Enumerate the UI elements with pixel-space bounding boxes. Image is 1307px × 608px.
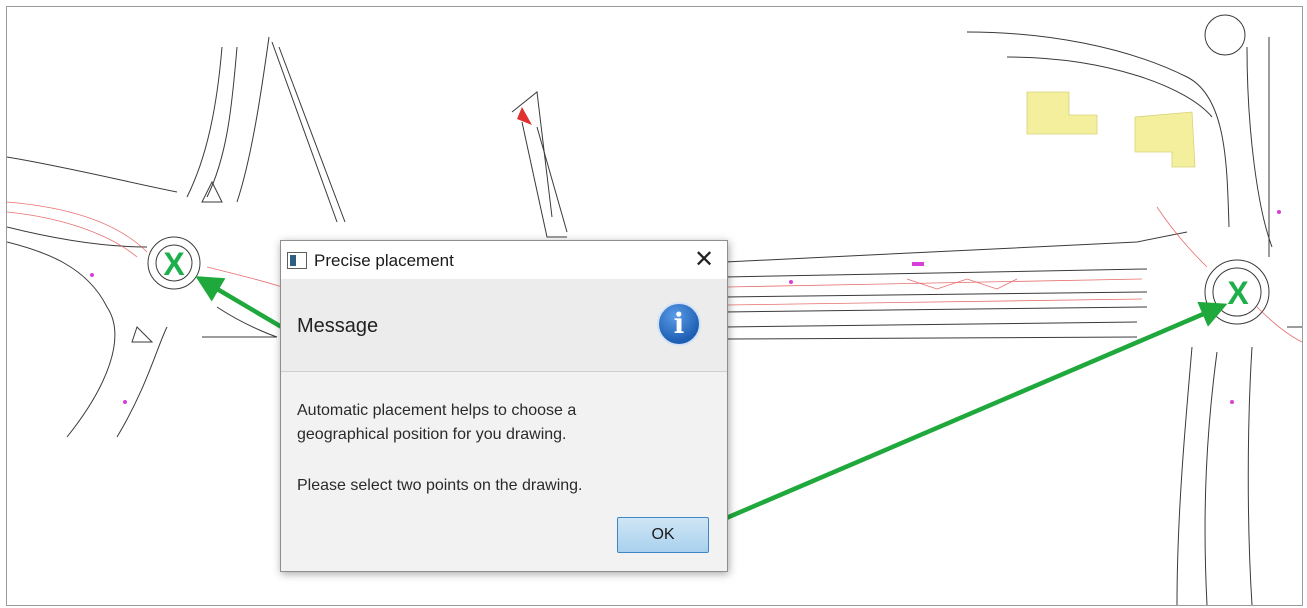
- info-icon: i: [657, 302, 701, 346]
- message-text-line1: Automatic placement helps to choose a: [297, 402, 577, 419]
- ok-button[interactable]: OK: [617, 517, 709, 553]
- message-label: Message: [297, 315, 379, 337]
- dialog-title: Precise placement: [314, 251, 454, 270]
- precise-placement-dialog: Precise placement ✕ Message i Automatic …: [280, 240, 728, 572]
- dialog-header: Message i: [281, 279, 727, 372]
- app-icon: [287, 252, 307, 269]
- drawing-canvas[interactable]: X X Precise placement ✕ Message i Automa…: [6, 6, 1303, 606]
- message-text-line2: geographical position for you drawing.: [297, 426, 567, 443]
- message-text-line3: Please select two points on the drawing.: [297, 477, 583, 494]
- dialog-titlebar[interactable]: Precise placement ✕: [281, 241, 727, 279]
- close-icon[interactable]: ✕: [681, 241, 727, 279]
